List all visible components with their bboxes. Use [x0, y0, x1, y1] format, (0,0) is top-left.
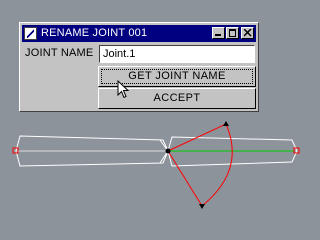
joint-name-label: JOINT NAME: [25, 47, 94, 59]
joint-name-input[interactable]: [99, 45, 255, 63]
rename-joint-dialog: RENAME JOINT 001 JOINT NAME GET JOINT NA…: [19, 22, 259, 112]
bone-segment-left[interactable]: [15, 135, 169, 167]
app-icon[interactable]: [24, 27, 37, 40]
joint-pivot[interactable]: [165, 148, 171, 154]
mouse-cursor-icon: [117, 80, 130, 99]
manipulator-handle-bottom[interactable]: [199, 204, 205, 209]
minimize-icon[interactable]: [212, 27, 225, 39]
window-title: RENAME JOINT 001: [41, 27, 148, 39]
maximize-icon[interactable]: [226, 27, 239, 39]
manipulator-handle-top[interactable]: [223, 121, 229, 126]
title-bar[interactable]: RENAME JOINT 001: [22, 25, 256, 42]
close-icon[interactable]: [241, 27, 254, 39]
